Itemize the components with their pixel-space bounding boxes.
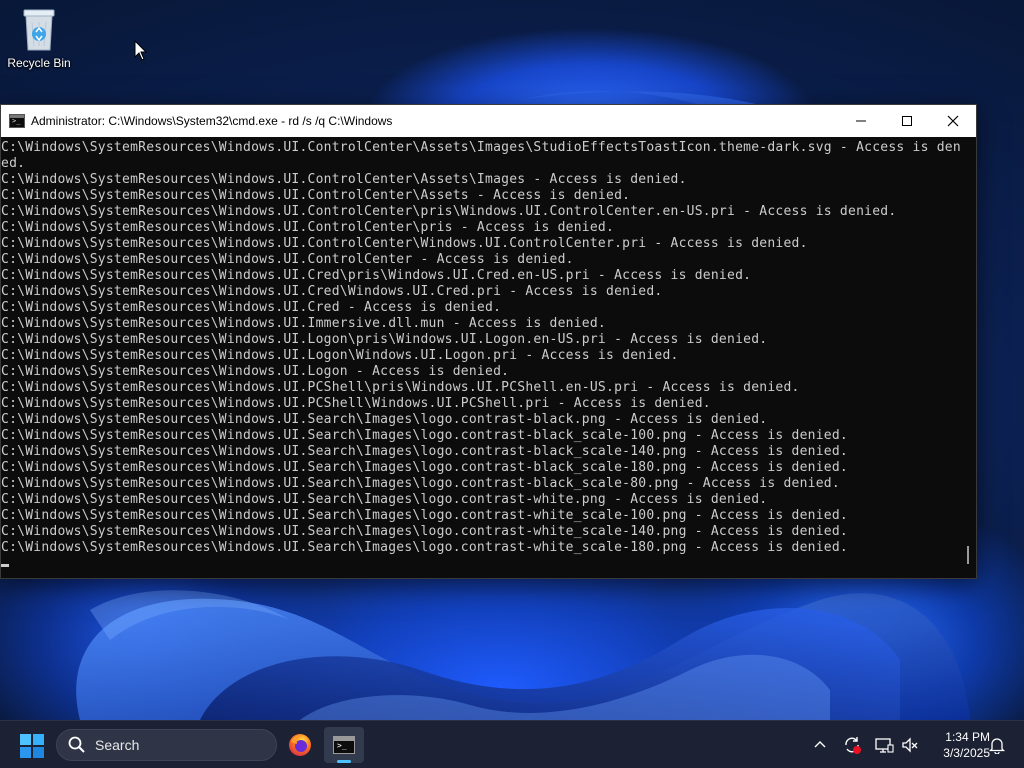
sync-alert-icon bbox=[845, 737, 861, 754]
notification-bell-icon bbox=[988, 738, 1006, 754]
close-button[interactable] bbox=[930, 105, 976, 137]
windows-logo-icon bbox=[20, 734, 31, 745]
console-line: C:\Windows\SystemResources\Windows.UI.Co… bbox=[1, 188, 631, 203]
maximize-icon bbox=[902, 116, 912, 126]
console-line: C:\Windows\SystemResources\Windows.UI.Co… bbox=[1, 172, 687, 187]
console-line: C:\Windows\SystemResources\Windows.UI.Co… bbox=[1, 140, 961, 155]
taskbar-app-cmd[interactable]: >_ bbox=[324, 727, 364, 763]
close-icon bbox=[947, 115, 959, 127]
tray-sync-button[interactable] bbox=[840, 733, 864, 757]
active-app-indicator bbox=[337, 760, 351, 763]
start-button[interactable] bbox=[20, 734, 44, 758]
console-line: C:\Windows\SystemResources\Windows.UI.Cr… bbox=[1, 268, 752, 283]
console-line: C:\Windows\SystemResources\Windows.UI.Cr… bbox=[1, 284, 663, 299]
taskbar-app-firefox[interactable] bbox=[280, 727, 320, 763]
taskbar: Search >_ 1:34 PM 3/3/2025 bbox=[0, 720, 1024, 768]
console-line: ed. bbox=[1, 156, 26, 171]
clock-time: 1:34 PM bbox=[945, 730, 990, 744]
tray-volume-button[interactable] bbox=[898, 733, 922, 757]
console-line: C:\Windows\SystemResources\Windows.UI.Im… bbox=[1, 316, 606, 331]
console-line: C:\Windows\SystemResources\Windows.UI.Co… bbox=[1, 252, 574, 267]
console-line: C:\Windows\SystemResources\Windows.UI.Co… bbox=[1, 236, 808, 251]
console-line: C:\Windows\SystemResources\Windows.UI.Lo… bbox=[1, 348, 679, 363]
show-hidden-icons-button[interactable] bbox=[808, 733, 832, 757]
console-line: C:\Windows\SystemResources\Windows.UI.PC… bbox=[1, 380, 800, 395]
tray-network-button[interactable] bbox=[872, 733, 896, 757]
firefox-icon bbox=[289, 734, 311, 756]
clock-date: 3/3/2025 bbox=[943, 746, 990, 760]
console-line: C:\Windows\SystemResources\Windows.UI.Se… bbox=[1, 540, 848, 555]
cmd-icon bbox=[9, 114, 25, 128]
network-icon bbox=[875, 738, 894, 753]
console-line: C:\Windows\SystemResources\Windows.UI.Se… bbox=[1, 428, 848, 443]
recycle-bin-icon bbox=[21, 8, 57, 52]
console-line: C:\Windows\SystemResources\Windows.UI.Cr… bbox=[1, 300, 502, 315]
cmd-window[interactable]: Administrator: C:\Windows\System32\cmd.e… bbox=[0, 104, 977, 579]
scrollbar-thumb[interactable] bbox=[967, 546, 969, 564]
text-cursor bbox=[1, 564, 9, 567]
console-line: C:\Windows\SystemResources\Windows.UI.Se… bbox=[1, 444, 848, 459]
minimize-icon bbox=[856, 120, 866, 122]
maximize-button[interactable] bbox=[884, 105, 930, 137]
console-line: C:\Windows\SystemResources\Windows.UI.Co… bbox=[1, 204, 897, 219]
console-line: C:\Windows\SystemResources\Windows.UI.Lo… bbox=[1, 332, 768, 347]
desktop-icon-recycle-bin[interactable]: Recycle Bin bbox=[4, 8, 74, 78]
window-title: Administrator: C:\Windows\System32\cmd.e… bbox=[31, 114, 393, 128]
desktop-icon-label: Recycle Bin bbox=[7, 56, 71, 70]
search-icon bbox=[68, 736, 85, 753]
volume-muted-icon bbox=[902, 737, 918, 753]
console-line: C:\Windows\SystemResources\Windows.UI.Se… bbox=[1, 492, 768, 507]
notifications-button[interactable] bbox=[985, 733, 1009, 757]
minimize-button[interactable] bbox=[838, 105, 884, 137]
console-text: C:\Windows\SystemResources\Windows.UI.Co… bbox=[1, 137, 961, 556]
console-line: C:\Windows\SystemResources\Windows.UI.Se… bbox=[1, 412, 768, 427]
chevron-up-icon bbox=[814, 741, 826, 748]
console-line: C:\Windows\SystemResources\Windows.UI.PC… bbox=[1, 396, 711, 411]
window-controls bbox=[838, 105, 976, 137]
vertical-scrollbar[interactable] bbox=[960, 137, 976, 578]
cmd-icon: >_ bbox=[333, 736, 355, 754]
console-line: C:\Windows\SystemResources\Windows.UI.Se… bbox=[1, 508, 848, 523]
console-output[interactable]: C:\Windows\SystemResources\Windows.UI.Co… bbox=[1, 137, 961, 578]
console-line: C:\Windows\SystemResources\Windows.UI.Se… bbox=[1, 460, 848, 475]
taskbar-clock[interactable]: 1:34 PM 3/3/2025 bbox=[924, 729, 990, 761]
mouse-pointer-icon bbox=[134, 40, 148, 61]
console-line: C:\Windows\SystemResources\Windows.UI.Se… bbox=[1, 524, 848, 539]
console-line: C:\Windows\SystemResources\Windows.UI.Lo… bbox=[1, 364, 510, 379]
console-line: C:\Windows\SystemResources\Windows.UI.Se… bbox=[1, 476, 840, 491]
search-label: Search bbox=[95, 737, 140, 753]
console-line: C:\Windows\SystemResources\Windows.UI.Co… bbox=[1, 220, 615, 235]
window-titlebar[interactable]: Administrator: C:\Windows\System32\cmd.e… bbox=[1, 105, 976, 137]
taskbar-search-box[interactable]: Search bbox=[56, 729, 277, 761]
